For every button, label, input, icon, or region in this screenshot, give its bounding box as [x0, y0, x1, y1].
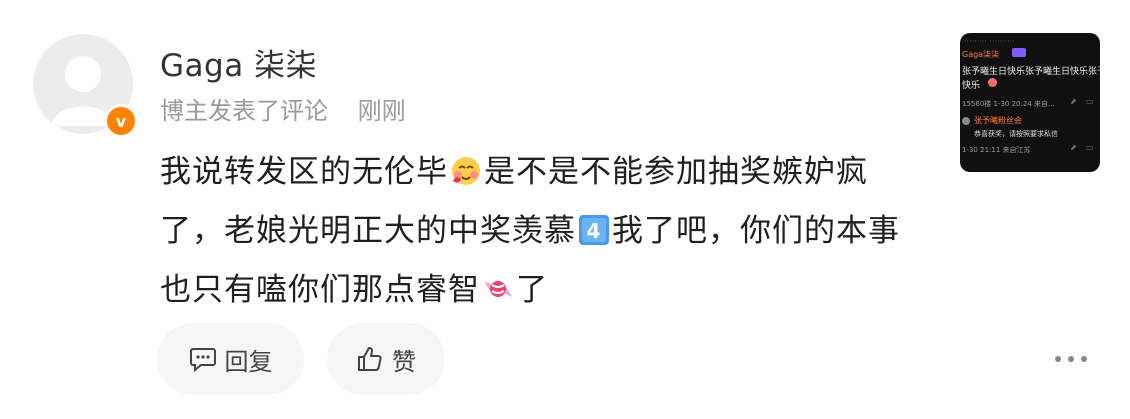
username[interactable]: Gaga 柒柒	[160, 40, 317, 85]
comment-text-part: 了	[516, 272, 548, 308]
comment-meta: 博主发表了评论 刚刚	[160, 91, 406, 126]
verified-badge-icon: v	[104, 104, 138, 138]
candy-emoji	[482, 268, 514, 322]
thumb-line: 恭喜获奖，请按照要求私信	[974, 130, 1058, 138]
keycap-4-emoji: 4	[578, 209, 610, 263]
thumb-comment-icon: ▭	[1086, 143, 1094, 152]
more-options-icon[interactable]	[1055, 347, 1087, 371]
attached-screenshot-thumbnail[interactable]: ········· ·········· Gaga柒柒 张予曦生日快乐张予曦生日…	[960, 33, 1100, 172]
thumb-emoji	[988, 78, 997, 87]
blushing-face-emoji	[450, 150, 482, 204]
more-dot	[1055, 356, 1061, 362]
thumb-comment-icon: ▭	[1086, 97, 1094, 106]
thumb-line: 快乐	[962, 81, 981, 91]
avatar-container[interactable]: v	[33, 34, 138, 138]
thumb-avatar	[962, 117, 970, 125]
svg-text:4: 4	[587, 219, 602, 243]
thumb-line: 1-30 21:11 来自江苏	[962, 146, 1031, 154]
reply-button[interactable]: 回复	[157, 323, 304, 395]
comment-bubble-icon	[189, 348, 216, 372]
thumb-share-icon: ⬈	[1070, 97, 1077, 106]
comment-text-part: 我说转发区的无伦毕	[160, 154, 448, 190]
more-dot	[1068, 356, 1074, 362]
thumbs-up-icon	[358, 347, 382, 371]
like-button[interactable]: 赞	[327, 323, 445, 395]
thumb-line: 张予曦粉丝会	[974, 116, 1022, 125]
thumb-line: Gaga柒柒	[962, 50, 1000, 59]
more-dot	[1081, 356, 1087, 362]
like-label: 赞	[392, 347, 416, 376]
thumb-share-icon: ⬈	[1070, 143, 1077, 152]
reply-label: 回复	[224, 347, 273, 376]
thumb-line: 15560楼 1-30 20:24 来自...	[962, 100, 1055, 108]
comment-time: 刚刚	[357, 97, 406, 125]
thumb-badge	[1012, 48, 1026, 57]
comment-text: 我说转发区的无伦毕 是不是不能参加抽奖嫉妒疯了，老娘光明正大的中奖羡慕 4 我了吧，你…	[160, 145, 920, 322]
meta-label: 博主发表了评论	[160, 97, 328, 125]
thumb-line: 张予曦生日快乐张予曦生日快乐张予	[962, 67, 1100, 77]
